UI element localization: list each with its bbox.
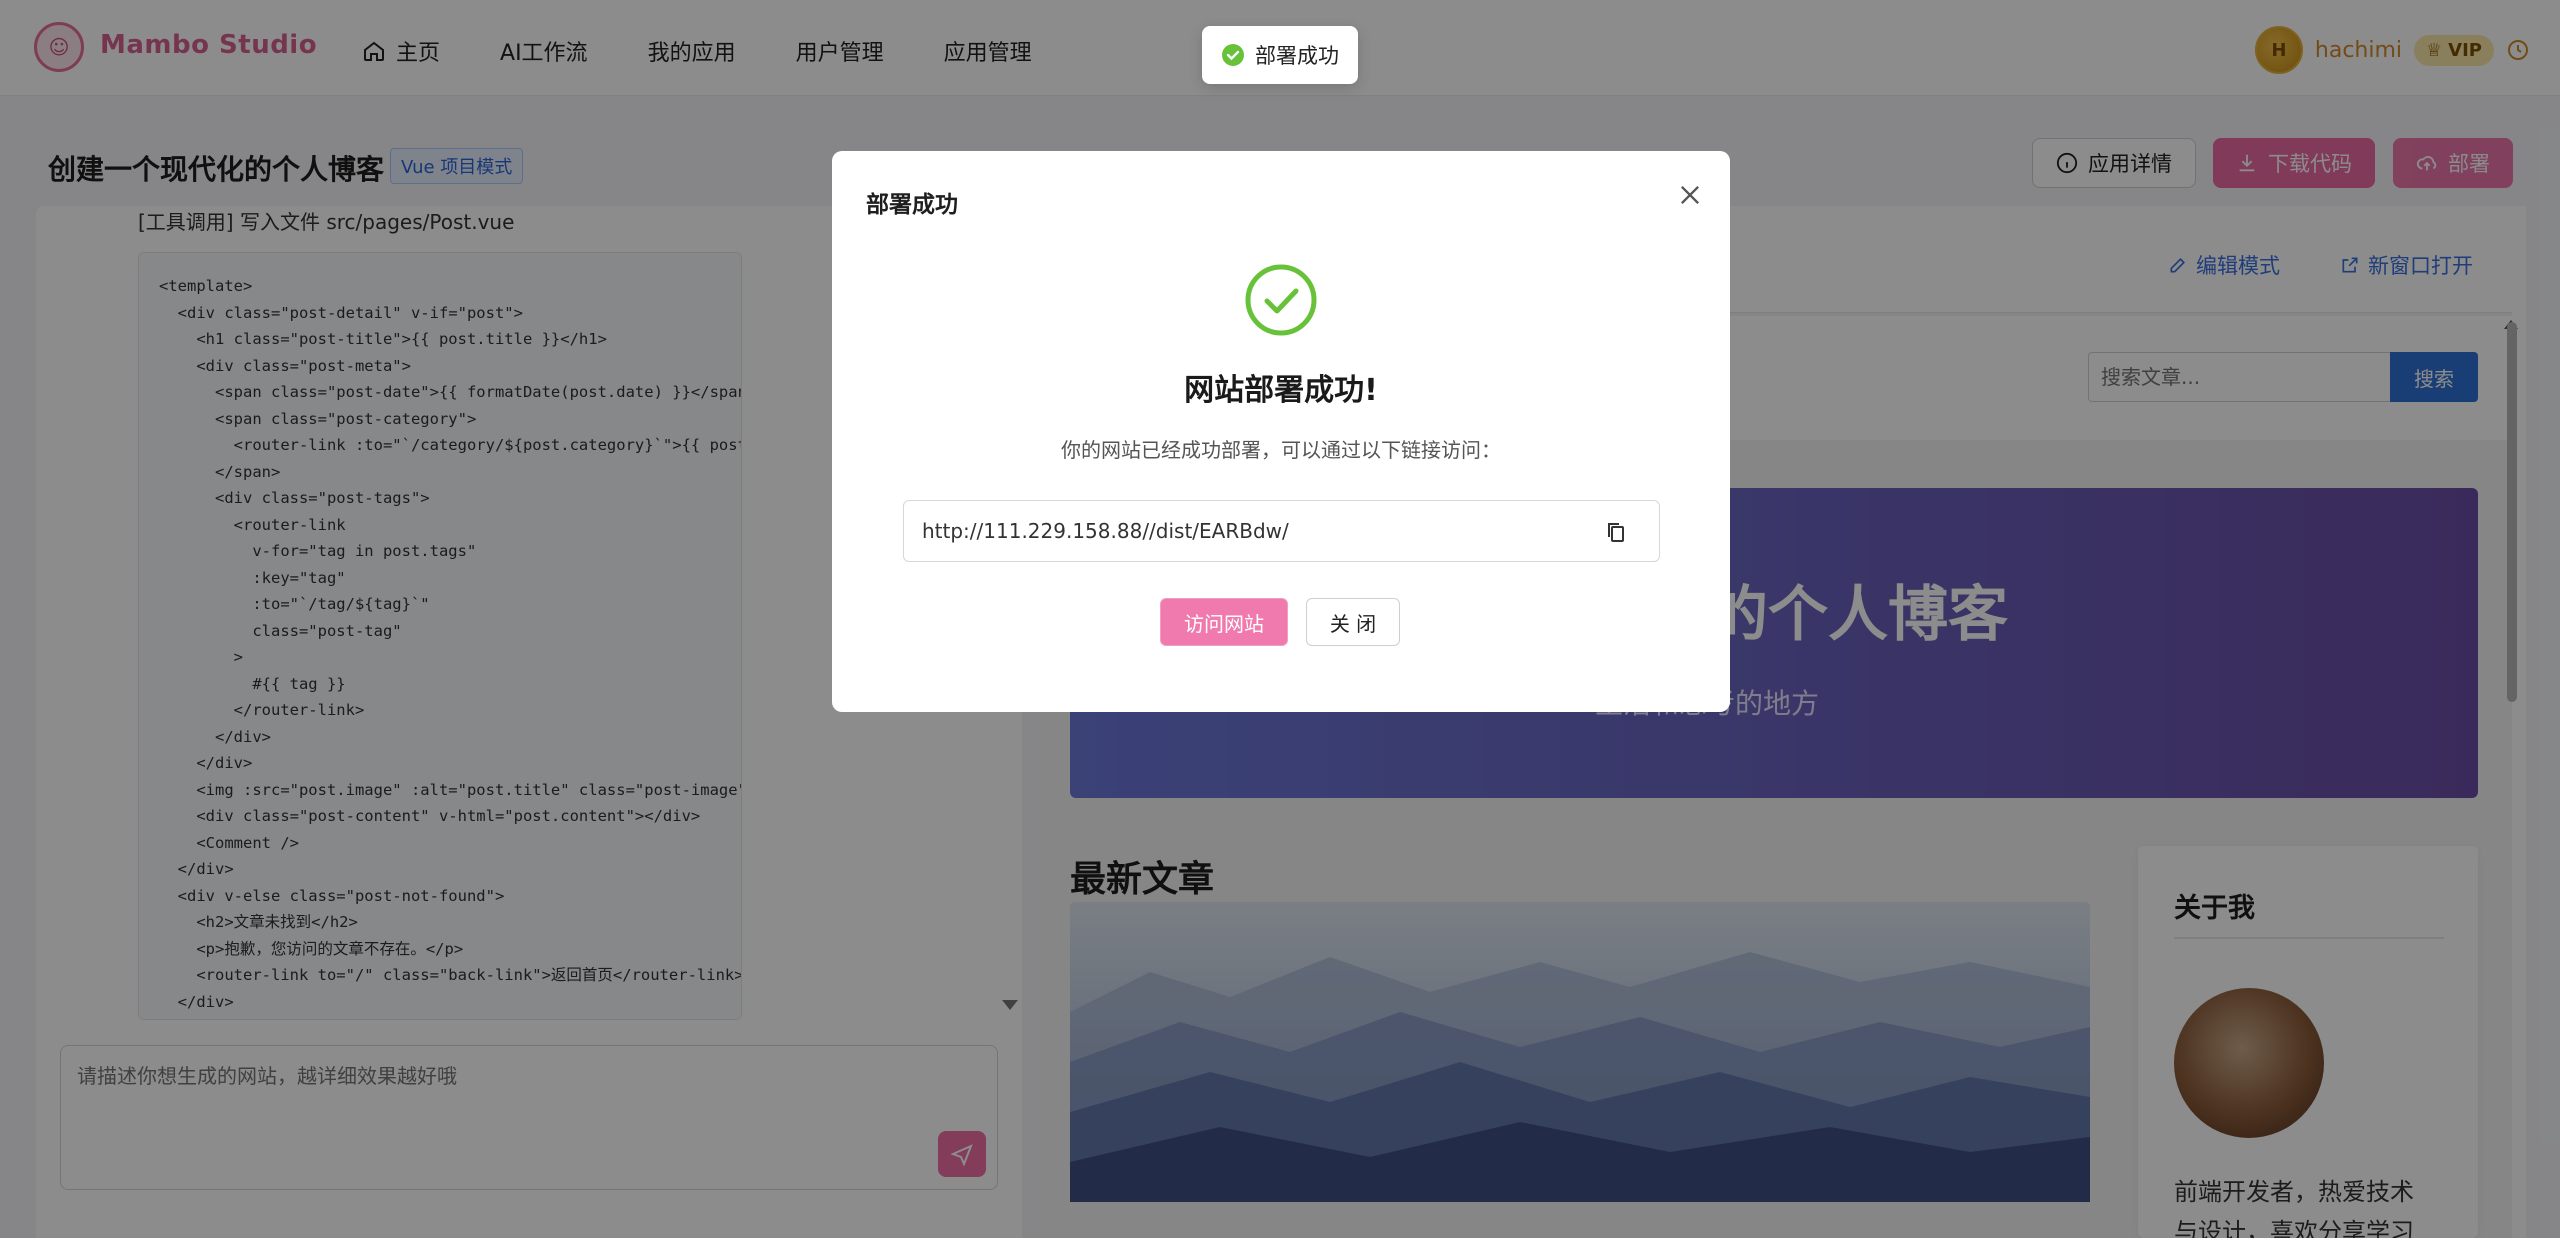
deploy-url[interactable]: http://111.229.158.88//dist/EARBdw/ — [922, 519, 1289, 543]
close-icon[interactable] — [1676, 181, 1704, 209]
success-description: 你的网站已经成功部署，可以通过以下链接访问： — [1061, 438, 1501, 462]
deploy-url-field[interactable]: http://111.229.158.88//dist/EARBdw/ — [903, 500, 1660, 562]
success-toast: 部署成功 — [1202, 26, 1358, 84]
close-dialog-button[interactable]: 关 闭 — [1306, 598, 1400, 646]
toast-message: 部署成功 — [1255, 44, 1339, 68]
success-toast-icon — [1222, 44, 1244, 66]
dialog-title: 部署成功 — [866, 192, 958, 218]
deploy-success-dialog: 部署成功 网站部署成功! 你的网站已经成功部署，可以通过以下链接访问： http… — [832, 151, 1730, 712]
success-headline: 网站部署成功! — [1184, 373, 1378, 408]
copy-icon[interactable] — [1604, 519, 1628, 545]
success-check-icon — [1245, 264, 1317, 336]
visit-site-button[interactable]: 访问网站 — [1160, 598, 1288, 646]
